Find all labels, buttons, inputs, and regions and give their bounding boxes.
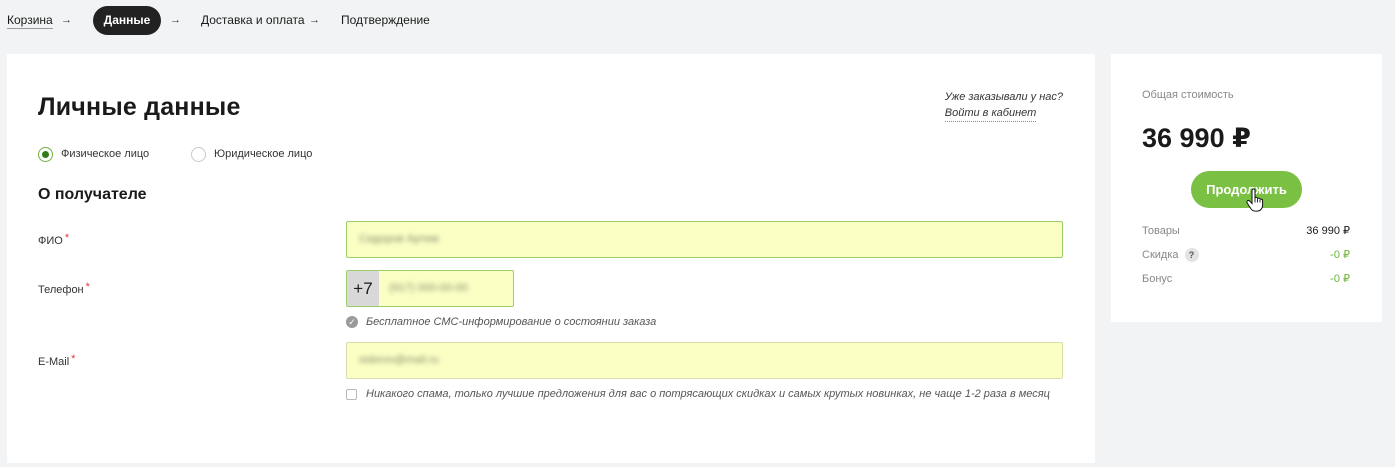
radio-checked-icon[interactable] <box>38 146 53 162</box>
step-delivery: Доставка и оплата <box>201 13 305 27</box>
email-label-text: E-Mail <box>38 356 70 368</box>
login-hint: Уже заказывали у нас? Войти в кабинет <box>944 89 1063 122</box>
login-hint-question: Уже заказывали у нас? <box>944 91 1063 103</box>
check-circle-icon: ✓ <box>346 316 358 328</box>
email-input[interactable]: sidorov@mail.ru <box>346 342 1063 379</box>
phone-value: (917) 000-00-00 <box>389 282 468 294</box>
fio-input[interactable]: Сидоров Артем <box>346 221 1063 258</box>
summary-row-bonus: Бонус -0 ₽ <box>1142 272 1350 286</box>
summary-row-goods: Товары 36 990 ₽ <box>1142 224 1350 238</box>
newsletter-consent[interactable]: Никакого спама, только лучшие предложени… <box>346 387 1050 401</box>
arrow-right-icon: → <box>170 14 181 26</box>
arrow-right-icon: → <box>309 14 320 26</box>
phone-label-text: Телефон <box>38 284 84 296</box>
radio-individual[interactable]: Физическое лицо <box>38 146 149 162</box>
hand-pointer-icon <box>1246 188 1264 212</box>
email-label: E-Mail * <box>38 352 75 369</box>
page-title: Личные данные <box>38 93 241 121</box>
discount-label: Скидка <box>1142 249 1179 261</box>
required-mark: * <box>64 232 70 244</box>
radio-individual-label: Физическое лицо <box>61 148 150 160</box>
goods-value: 36 990 ₽ <box>1306 225 1350 237</box>
step-confirmation: Подтверждение <box>341 13 430 27</box>
sms-note-text: Бесплатное СМС-информирование о состояни… <box>366 316 657 328</box>
order-summary-card: Общая стоимость 36 990 ₽ Продолжить Това… <box>1111 54 1382 322</box>
newsletter-checkbox[interactable] <box>346 388 357 400</box>
required-mark: * <box>71 353 76 365</box>
total-label: Общая стоимость <box>1142 89 1234 101</box>
recipient-section-title: О получателе <box>38 186 147 203</box>
phone-label: Телефон * <box>38 280 90 297</box>
fio-value: Сидоров Артем <box>359 233 439 245</box>
fio-label-text: ФИО <box>38 235 63 247</box>
question-icon[interactable]: ? <box>1184 248 1199 262</box>
login-link[interactable]: Войти в кабинет <box>944 105 1037 122</box>
radio-legal-entity[interactable]: Юридическое лицо <box>191 146 312 162</box>
step-data-active: Данные <box>93 6 161 35</box>
radio-legal-entity-label: Юридическое лицо <box>214 148 313 160</box>
sms-note: ✓ Бесплатное СМС-информирование о состоя… <box>346 315 656 329</box>
summary-row-discount: Скидка ? -0 ₽ <box>1142 248 1350 262</box>
total-price: 36 990 ₽ <box>1142 123 1251 153</box>
bonus-label: Бонус <box>1142 273 1173 285</box>
email-value: sidorov@mail.ru <box>359 354 439 366</box>
phone-input[interactable]: +7 (917) 000-00-00 <box>346 270 514 307</box>
newsletter-consent-text: Никакого спама, только лучшие предложени… <box>366 388 1050 400</box>
personal-data-card: Личные данные Уже заказывали у нас? Войт… <box>7 54 1095 463</box>
radio-unchecked-icon[interactable] <box>191 146 206 162</box>
discount-value: -0 ₽ <box>1330 249 1350 261</box>
bonus-value: -0 ₽ <box>1330 273 1350 285</box>
required-mark: * <box>85 281 90 293</box>
arrow-right-icon: → <box>61 14 72 26</box>
checkout-steps: Корзина → Данные → Доставка и оплата → П… <box>0 6 600 36</box>
fio-label: ФИО * <box>38 231 69 248</box>
step-cart[interactable]: Корзина <box>7 13 53 29</box>
discount-label-wrap: Скидка ? <box>1142 248 1199 262</box>
goods-label: Товары <box>1142 225 1180 237</box>
phone-country-prefix: +7 <box>347 271 379 306</box>
